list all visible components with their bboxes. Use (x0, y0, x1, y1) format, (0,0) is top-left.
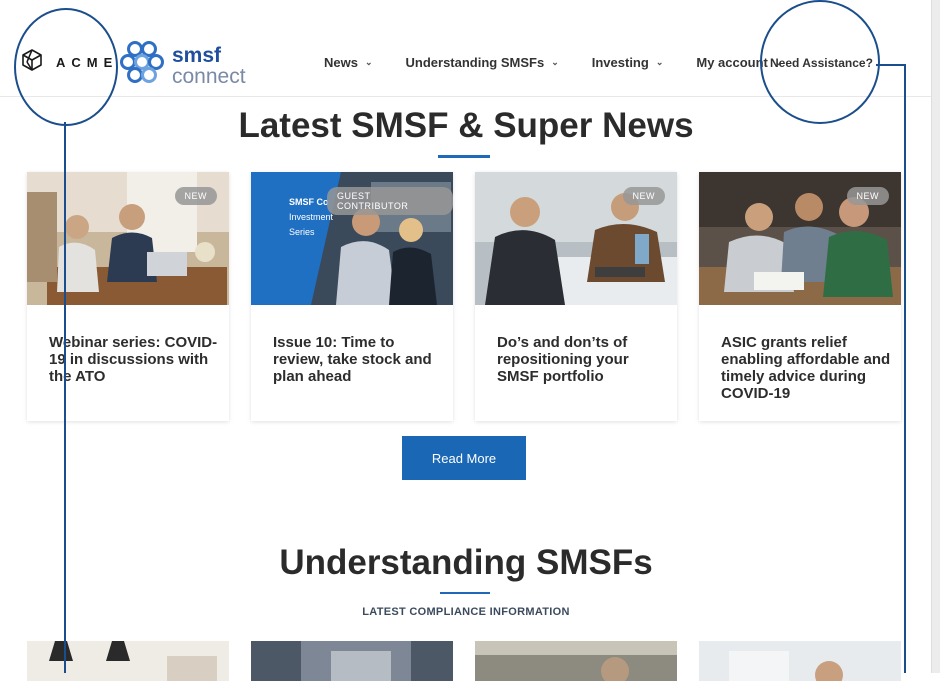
card-image: NEW (27, 172, 229, 305)
title-underline (440, 592, 490, 594)
card-image-text: SMSF Co (289, 197, 329, 207)
site-header: ACME smsf connect News ⌄ Understanding S… (0, 0, 932, 97)
chevron-down-icon: ⌄ (551, 57, 559, 67)
annotation-line-right (904, 64, 906, 673)
acme-polyhedron-icon (20, 48, 44, 77)
smsf-wordmark: smsf (172, 43, 222, 67)
card-title[interactable]: ASIC grants relief enabling affordable a… (721, 334, 893, 402)
page-scrollbar[interactable] (931, 0, 940, 673)
card-title[interactable]: Webinar series: COVID-19 in discussions … (49, 334, 221, 385)
need-assistance-link[interactable]: Need Assistance? (770, 56, 873, 70)
acme-logo[interactable]: ACME (20, 48, 118, 77)
news-card[interactable]: SMSF Co Investment Series GUEST CONTRIBU… (251, 172, 453, 421)
nav-item-understanding-smsfs[interactable]: Understanding SMSFs ⌄ (406, 55, 559, 70)
card-image: SMSF Co Investment Series GUEST CONTRIBU… (251, 172, 453, 305)
news-card[interactable]: NEW ASIC grants relief enabling affordab… (699, 172, 901, 421)
badge: NEW (174, 187, 217, 205)
nav-item-news[interactable]: News ⌄ (324, 55, 373, 70)
understanding-section-title: Understanding SMSFs (279, 543, 653, 582)
article-card-partial[interactable] (475, 641, 677, 681)
article-card-partial[interactable] (699, 641, 901, 681)
card-image: NEW (699, 172, 901, 305)
annotation-connector-right (876, 64, 905, 66)
news-card[interactable]: NEW Do’s and don’ts of repositioning you… (475, 172, 677, 421)
badge: NEW (846, 187, 889, 205)
smsf-connect-logo[interactable]: smsf connect (118, 38, 246, 93)
nav-item-label: Understanding SMSFs (405, 55, 545, 70)
article-card-partial[interactable] (27, 641, 229, 681)
annotation-line-left (64, 122, 66, 673)
nav-item-label: My account (696, 55, 768, 70)
card-title[interactable]: Issue 10: Time to review, take stock and… (273, 334, 445, 385)
title-underline (438, 155, 490, 158)
badge: GUEST CONTRIBUTOR (327, 187, 453, 215)
connect-wordmark: connect (172, 64, 246, 88)
badge: NEW (622, 187, 665, 205)
news-section-title: Latest SMSF & Super News (238, 106, 694, 145)
card-image-text: Series (289, 227, 315, 237)
acme-wordmark: ACME (56, 55, 119, 70)
nav-item-investing[interactable]: Investing ⌄ (592, 55, 664, 70)
main-nav: News ⌄ Understanding SMSFs ⌄ Investing ⌄… (324, 55, 815, 70)
card-image: NEW (475, 172, 677, 305)
section-subtitle: LATEST COMPLIANCE INFORMATION (362, 606, 570, 618)
article-card-partial[interactable] (251, 641, 453, 681)
chevron-down-icon: ⌄ (655, 57, 664, 67)
chevron-down-icon: ⌄ (364, 57, 373, 67)
nav-item-label: Investing (591, 55, 649, 70)
news-card[interactable]: NEW Webinar series: COVID-19 in discussi… (27, 172, 229, 421)
card-title[interactable]: Do’s and don’ts of repositioning your SM… (497, 334, 669, 385)
nav-item-label: News (324, 55, 358, 70)
card-image-text: Investment (289, 212, 334, 222)
read-more-button[interactable]: Read More (402, 436, 526, 480)
hexagon-cluster-icon (118, 38, 168, 93)
